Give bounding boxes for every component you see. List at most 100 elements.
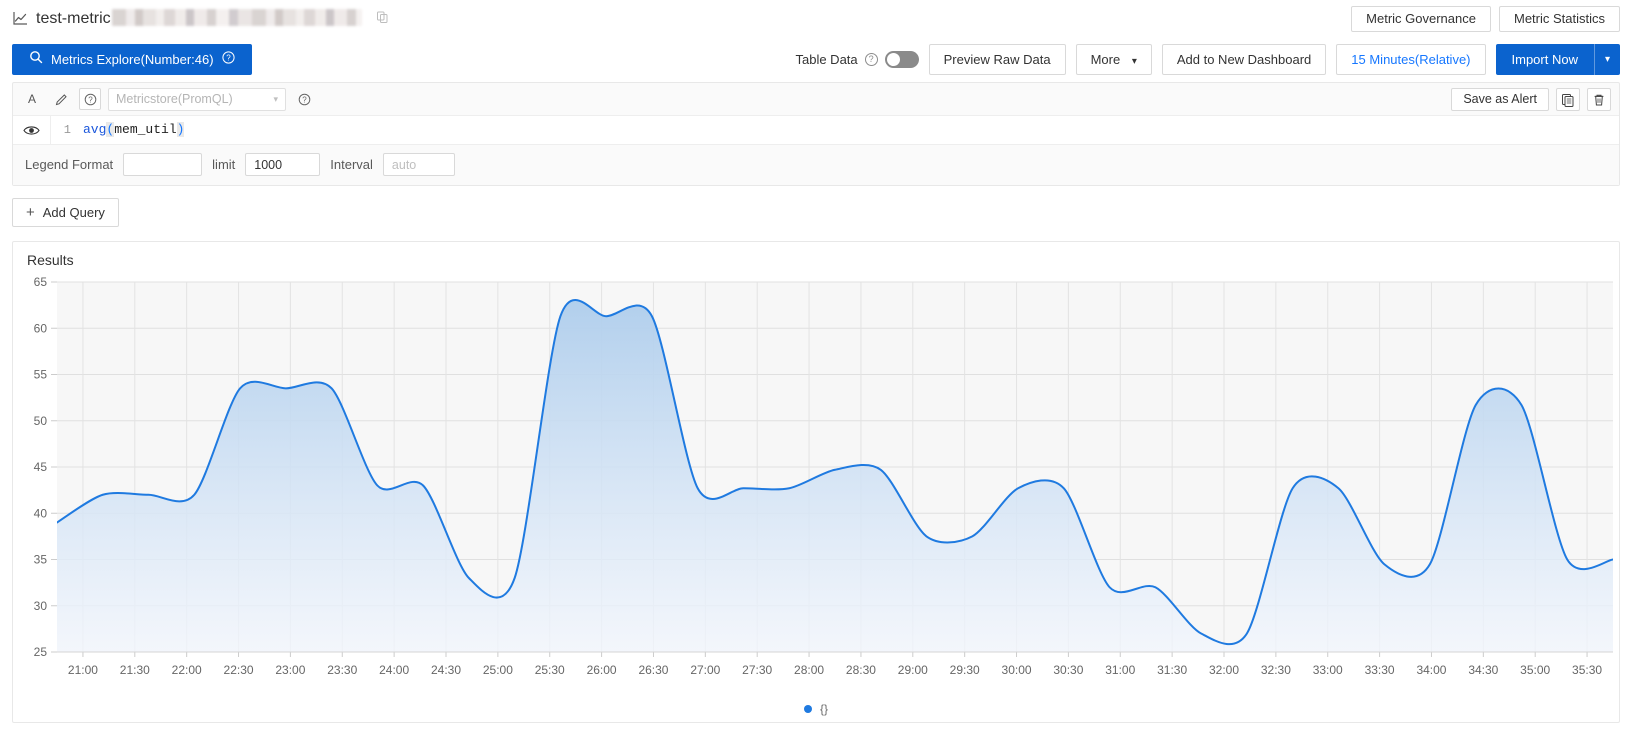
expr-argument: mem_util — [114, 122, 177, 137]
svg-text:55: 55 — [34, 368, 48, 382]
legend-format-input[interactable] — [123, 153, 203, 176]
header-actions: Metric Governance Metric Statistics — [1351, 6, 1620, 32]
question-circle-icon[interactable]: ? — [79, 88, 101, 110]
import-now-button[interactable]: Import Now ▾ — [1495, 44, 1620, 75]
svg-text:24:30: 24:30 — [431, 663, 461, 677]
svg-text:31:30: 31:30 — [1157, 663, 1187, 677]
svg-text:?: ? — [226, 53, 231, 62]
svg-text:25:30: 25:30 — [535, 663, 565, 677]
svg-text:65: 65 — [34, 275, 48, 289]
preview-raw-data-button[interactable]: Preview Raw Data — [928, 44, 1066, 75]
chart-legend: {} — [13, 702, 1619, 716]
svg-text:21:30: 21:30 — [120, 663, 150, 677]
svg-text:33:00: 33:00 — [1313, 663, 1343, 677]
copy-icon[interactable] — [376, 11, 389, 27]
chart-container[interactable]: 65 60 55 50 45 40 35 30 25 21:00 21:30 22:00 22:30 23… — [13, 268, 1619, 722]
metric-governance-button[interactable]: Metric Governance — [1351, 6, 1491, 32]
svg-text:23:30: 23:30 — [327, 663, 357, 677]
add-to-new-dashboard-button[interactable]: Add to New Dashboard — [1161, 44, 1327, 75]
question-circle-icon[interactable]: ? — [221, 45, 235, 74]
time-range-button[interactable]: 15 Minutes(Relative) — [1336, 44, 1486, 75]
add-query-button[interactable]: + Add Query — [12, 198, 119, 227]
action-toolbar-right: Table Data ? Preview Raw Data More ▾ Add… — [795, 44, 1620, 75]
svg-text:30:00: 30:00 — [1002, 663, 1032, 677]
datasource-select[interactable]: Metricstore(PromQL) ▾ — [108, 87, 286, 111]
search-icon — [29, 45, 43, 74]
chevron-down-icon[interactable]: ▾ — [1595, 44, 1620, 75]
svg-text:27:30: 27:30 — [742, 663, 772, 677]
svg-text:23:00: 23:00 — [275, 663, 305, 677]
page-title: test-metric — [36, 9, 362, 28]
results-title: Results — [27, 252, 74, 268]
chevron-down-icon: ▾ — [273, 93, 278, 104]
svg-text:35: 35 — [34, 553, 48, 567]
line-number: 1 — [63, 123, 71, 137]
expr-function: avg — [83, 122, 107, 137]
more-button[interactable]: More ▾ — [1075, 44, 1152, 75]
plus-icon: + — [26, 204, 35, 221]
table-data-switch[interactable] — [884, 51, 919, 68]
svg-text:27:00: 27:00 — [690, 663, 720, 677]
table-data-toggle-group: Table Data ? — [795, 51, 919, 68]
svg-text:35:00: 35:00 — [1520, 663, 1550, 677]
results-panel: Results 65 60 55 50 45 40 35 30 25 21:00 21:30 22:0… — [12, 241, 1620, 723]
svg-text:33:30: 33:30 — [1365, 663, 1395, 677]
query-letter[interactable]: A — [21, 88, 43, 110]
add-query-label: Add Query — [42, 205, 105, 220]
save-as-alert-button[interactable]: Save as Alert — [1451, 88, 1549, 111]
svg-text:40: 40 — [34, 506, 48, 520]
svg-text:22:00: 22:00 — [172, 663, 202, 677]
limit-label: limit — [212, 157, 236, 172]
question-circle-icon[interactable]: ? — [293, 88, 315, 110]
svg-text:30:30: 30:30 — [1053, 663, 1083, 677]
expr-close-paren: ) — [176, 122, 185, 137]
add-query-row: + Add Query — [0, 186, 1632, 227]
promql-expression-input[interactable]: avg(mem_util) — [77, 116, 1619, 144]
chevron-down-icon: ▾ — [1131, 56, 1137, 67]
svg-text:25:00: 25:00 — [483, 663, 513, 677]
svg-text:26:30: 26:30 — [638, 663, 668, 677]
page-title-text: test-metric — [36, 10, 111, 27]
svg-text:21:00: 21:00 — [68, 663, 98, 677]
svg-text:28:30: 28:30 — [846, 663, 876, 677]
svg-text:26:00: 26:00 — [587, 663, 617, 677]
svg-text:29:00: 29:00 — [898, 663, 928, 677]
svg-text:35:30: 35:30 — [1572, 663, 1602, 677]
more-label: More — [1090, 52, 1121, 67]
svg-text:25: 25 — [34, 645, 48, 659]
legend-color-dot[interactable] — [803, 705, 812, 713]
query-panel: A ? Metricstore(PromQL) ▾ ? Save as Aler… — [12, 82, 1620, 186]
svg-text:34:30: 34:30 — [1468, 663, 1498, 677]
page-title-group: test-metric — [12, 9, 389, 28]
svg-text:?: ? — [302, 95, 307, 104]
svg-text:24:00: 24:00 — [379, 663, 409, 677]
trash-icon[interactable] — [1587, 88, 1611, 111]
redacted-title-suffix — [111, 9, 362, 26]
metric-statistics-button[interactable]: Metric Statistics — [1498, 6, 1620, 32]
question-circle-icon[interactable]: ? — [864, 53, 878, 66]
copy-icon[interactable] — [1556, 88, 1580, 111]
svg-text:22:30: 22:30 — [224, 663, 254, 677]
query-options-row: Legend Format limit Interval — [13, 145, 1619, 185]
page-header: test-metric Metric Governance Metric Sta… — [0, 0, 1632, 37]
interval-input[interactable] — [382, 153, 455, 176]
svg-text:32:30: 32:30 — [1261, 663, 1291, 677]
query-toolbar-right: Save as Alert — [1451, 88, 1611, 111]
svg-text:32:00: 32:00 — [1209, 663, 1239, 677]
legend-series-label[interactable]: {} — [820, 702, 828, 716]
svg-text:34:00: 34:00 — [1416, 663, 1446, 677]
svg-text:30: 30 — [34, 599, 48, 613]
pencil-icon[interactable] — [50, 88, 72, 110]
legend-format-label: Legend Format — [25, 157, 114, 172]
eye-icon[interactable] — [13, 116, 51, 144]
limit-input[interactable] — [245, 153, 321, 176]
svg-text:28:00: 28:00 — [794, 663, 824, 677]
query-editor-row: 1 avg(mem_util) — [13, 116, 1619, 145]
svg-text:60: 60 — [34, 321, 48, 335]
query-toolbar: A ? Metricstore(PromQL) ▾ ? Save as Aler… — [13, 83, 1619, 116]
metric-area-chart[interactable]: 65 60 55 50 45 40 35 30 25 21:00 21:30 22:00 22:30 23… — [13, 268, 1619, 698]
metrics-explore-button[interactable]: Metrics Explore(Number:46) ? — [12, 44, 252, 75]
import-now-label: Import Now — [1511, 52, 1578, 67]
svg-text:45: 45 — [34, 460, 48, 474]
action-toolbar: Metrics Explore(Number:46) ? Table Data … — [0, 37, 1632, 82]
